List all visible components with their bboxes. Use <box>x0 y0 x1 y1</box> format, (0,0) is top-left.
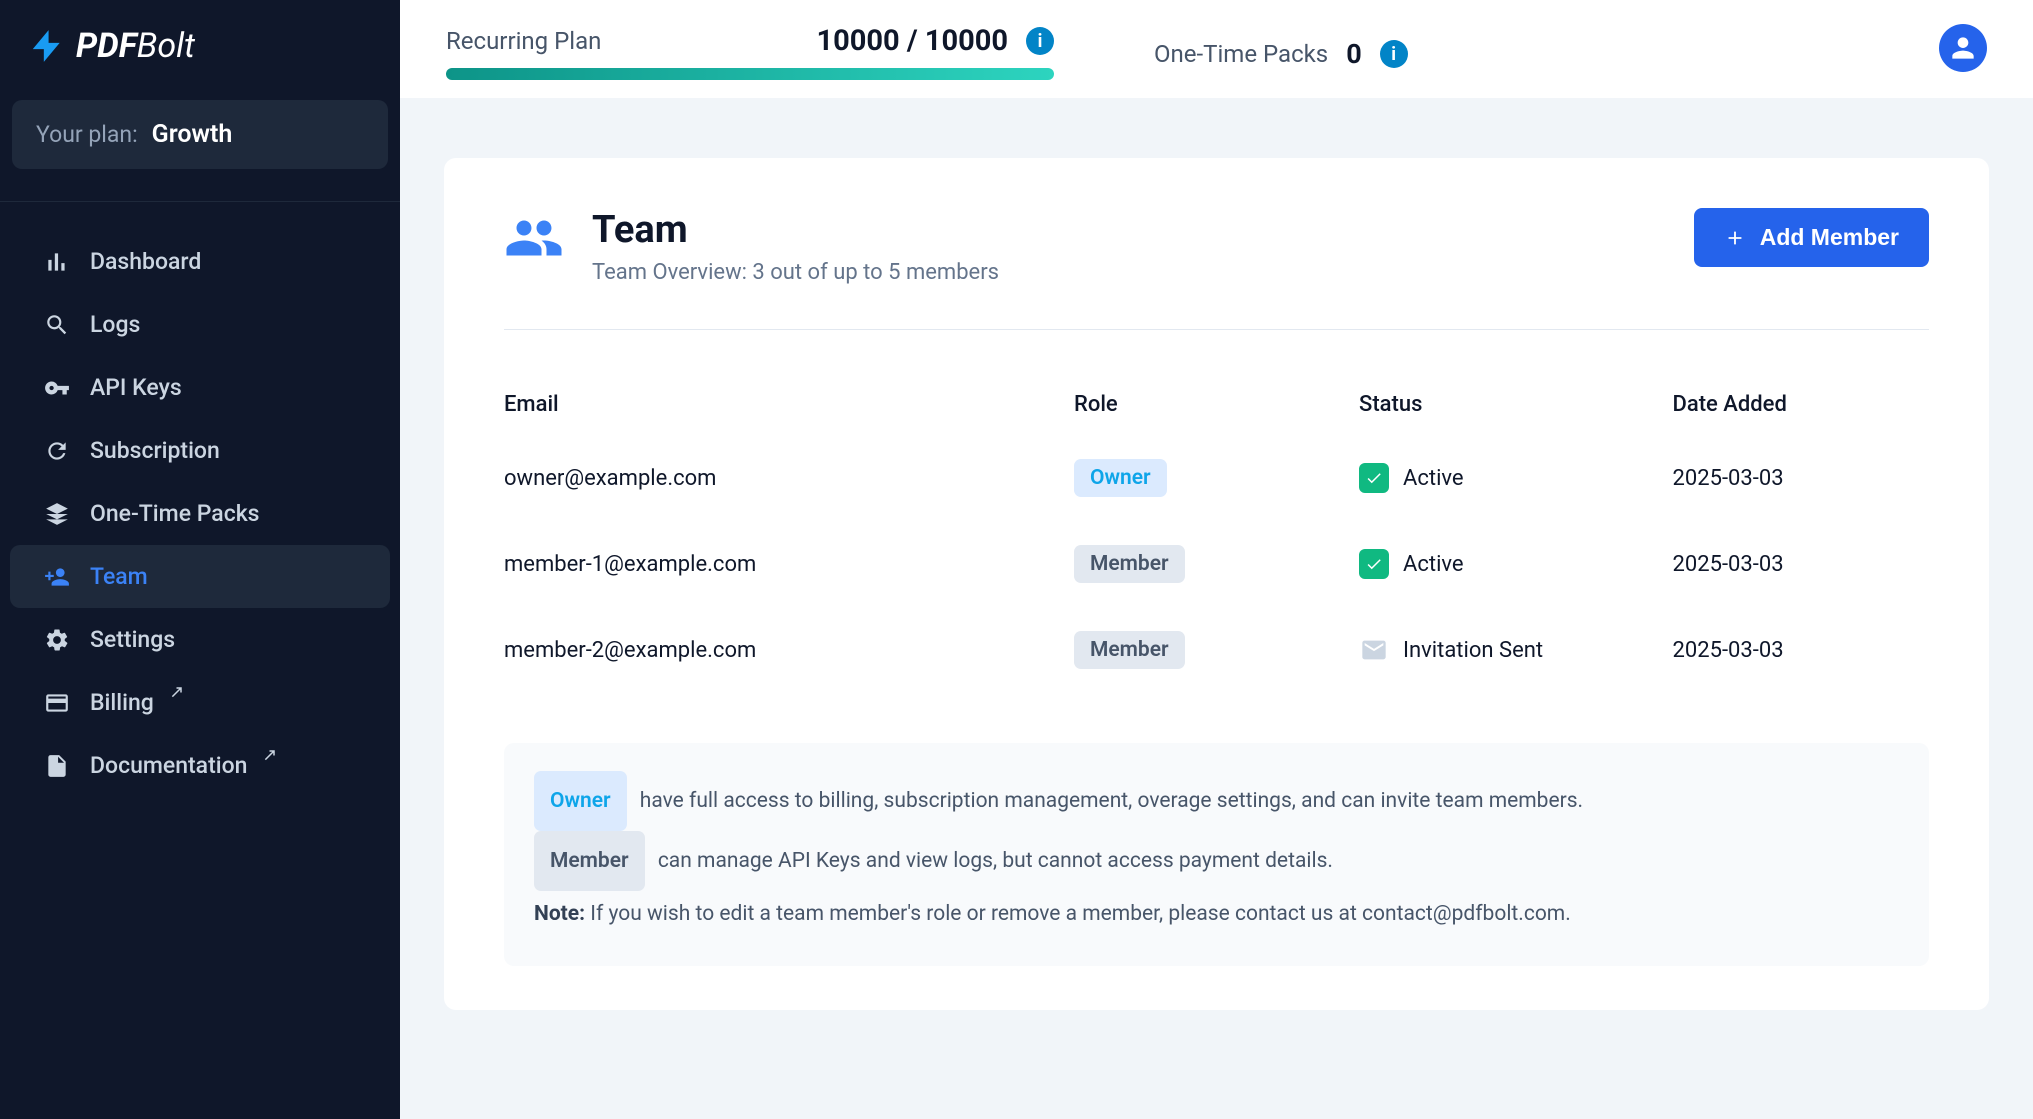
logo[interactable]: PDFBolt <box>0 24 400 100</box>
sidebar-item-documentation[interactable]: Documentation <box>10 734 390 797</box>
table-row: owner@example.comOwner Active2025-03-03 <box>504 435 1929 521</box>
info-icon[interactable]: i <box>1026 27 1054 55</box>
th-date: Date Added <box>1673 374 1930 435</box>
role-badge: Owner <box>1074 459 1167 497</box>
th-status: Status <box>1359 374 1673 435</box>
cell-role: Owner <box>1074 435 1359 521</box>
cell-email: owner@example.com <box>504 435 1074 521</box>
search-icon <box>44 312 70 338</box>
main: Recurring Plan 10000 / 10000 i One-Time … <box>400 0 2033 1119</box>
cell-email: member-2@example.com <box>504 607 1074 693</box>
owner-badge: Owner <box>534 771 627 831</box>
cell-date: 2025-03-03 <box>1673 607 1930 693</box>
member-badge: Member <box>534 831 645 891</box>
sidebar-item-dashboard[interactable]: Dashboard <box>10 230 390 293</box>
progress-bar <box>446 68 1054 80</box>
nav: Dashboard Logs API Keys Subscription One… <box>0 201 400 797</box>
external-link-icon <box>259 748 277 766</box>
sidebar-item-subscription[interactable]: Subscription <box>10 419 390 482</box>
team-icon <box>504 208 564 268</box>
plus-icon <box>1724 227 1746 249</box>
sidebar-item-billing[interactable]: Billing <box>10 671 390 734</box>
cell-status: Invitation Sent <box>1359 607 1673 693</box>
check-icon <box>1359 463 1389 493</box>
sidebar: PDFBolt Your plan: Growth Dashboard Logs… <box>0 0 400 1119</box>
gear-icon <box>44 627 70 653</box>
cell-date: 2025-03-03 <box>1673 521 1930 607</box>
sidebar-item-team[interactable]: Team <box>10 545 390 608</box>
role-badge: Member <box>1074 545 1185 583</box>
topbar: Recurring Plan 10000 / 10000 i One-Time … <box>400 0 2033 98</box>
cell-date: 2025-03-03 <box>1673 435 1930 521</box>
recurring-plan-metric: Recurring Plan 10000 / 10000 i <box>446 24 1054 80</box>
role-badge: Member <box>1074 631 1185 669</box>
cell-role: Member <box>1074 607 1359 693</box>
sidebar-item-logs[interactable]: Logs <box>10 293 390 356</box>
card-icon <box>44 690 70 716</box>
cell-status: Active <box>1359 521 1673 607</box>
mail-icon <box>1359 635 1389 665</box>
document-icon <box>44 753 70 779</box>
layers-icon <box>44 501 70 527</box>
cell-status: Active <box>1359 435 1673 521</box>
team-table: Email Role Status Date Added owner@examp… <box>504 374 1929 693</box>
content: Team Team Overview: 3 out of up to 5 mem… <box>400 98 2033 1070</box>
info-icon[interactable]: i <box>1380 40 1408 68</box>
check-icon <box>1359 549 1389 579</box>
add-member-button[interactable]: Add Member <box>1694 208 1929 267</box>
sidebar-item-api-keys[interactable]: API Keys <box>10 356 390 419</box>
table-row: member-2@example.comMember Invitation Sen… <box>504 607 1929 693</box>
plan-badge: Your plan: Growth <box>12 100 388 169</box>
th-email: Email <box>504 374 1074 435</box>
bolt-icon <box>28 24 66 68</box>
table-row: member-1@example.comMember Active2025-03-… <box>504 521 1929 607</box>
avatar[interactable] <box>1939 24 1987 72</box>
cell-role: Member <box>1074 521 1359 607</box>
cell-email: member-1@example.com <box>504 521 1074 607</box>
one-time-packs-metric: One-Time Packs 0 i <box>1154 38 1408 70</box>
user-icon <box>1947 32 1979 64</box>
page-title: Team <box>592 208 999 252</box>
footer-note: Owner have full access to billing, subsc… <box>504 743 1929 966</box>
page-subtitle: Team Overview: 3 out of up to 5 members <box>592 260 999 285</box>
sidebar-item-settings[interactable]: Settings <box>10 608 390 671</box>
external-link-icon <box>166 685 184 703</box>
key-icon <box>44 375 70 401</box>
team-card: Team Team Overview: 3 out of up to 5 mem… <box>444 158 1989 1010</box>
refresh-icon <box>44 438 70 464</box>
sidebar-item-one-time-packs[interactable]: One-Time Packs <box>10 482 390 545</box>
bar-chart-icon <box>44 249 70 275</box>
th-role: Role <box>1074 374 1359 435</box>
card-header: Team Team Overview: 3 out of up to 5 mem… <box>504 208 1929 330</box>
team-add-icon <box>44 564 70 590</box>
